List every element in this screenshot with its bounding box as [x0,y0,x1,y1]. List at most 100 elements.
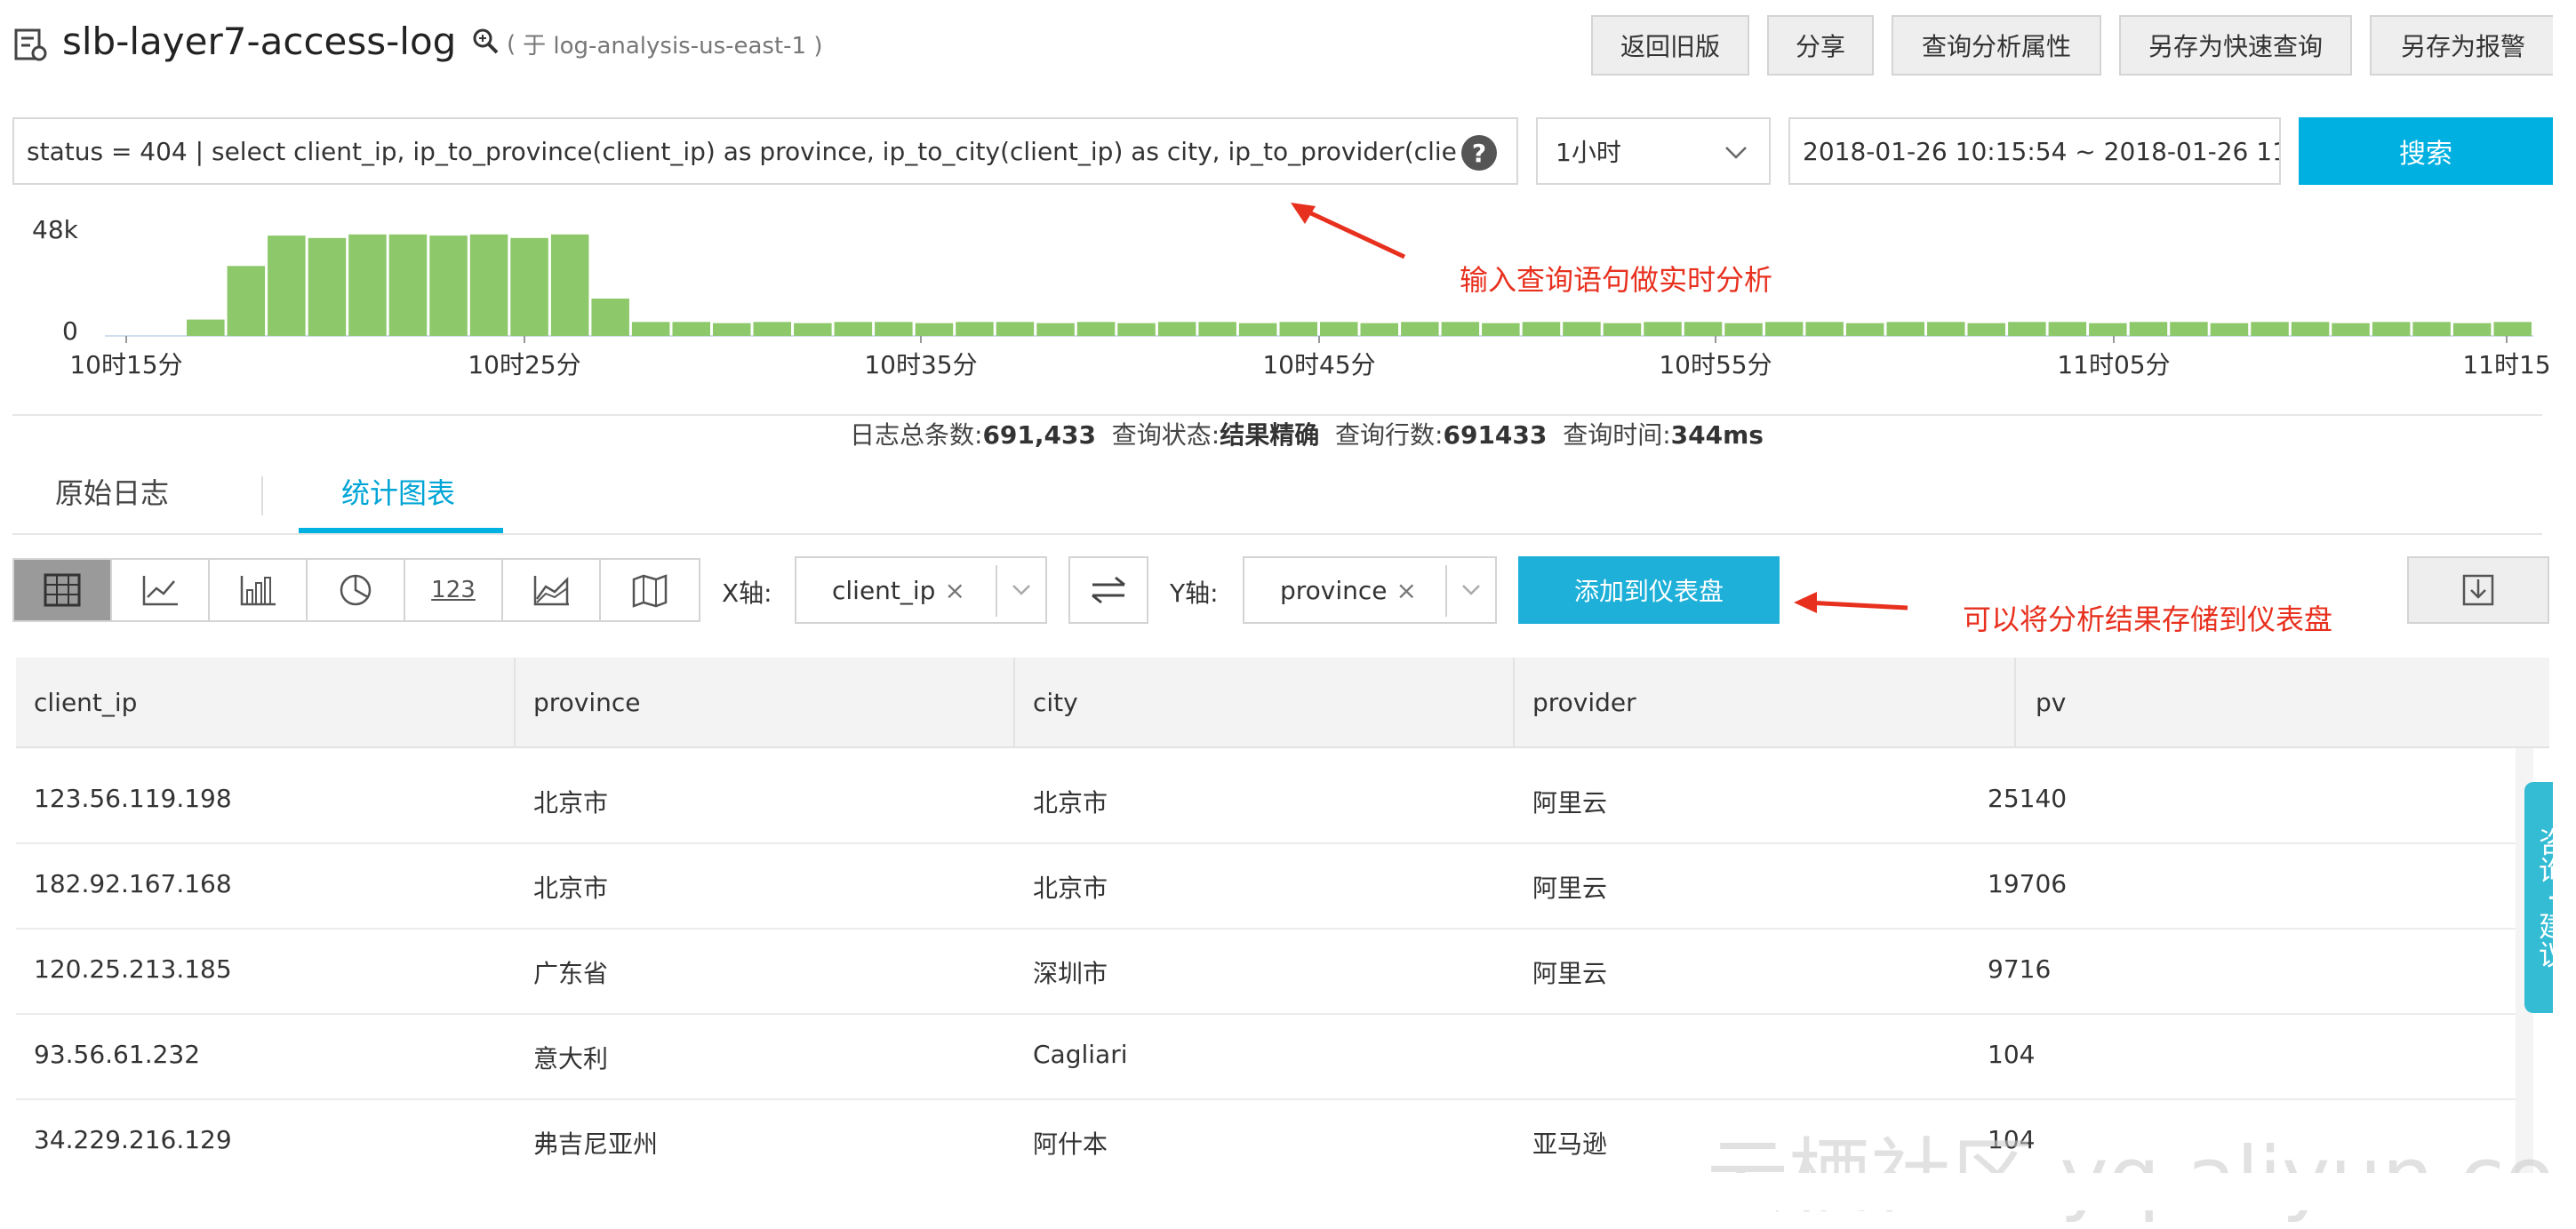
share-button[interactable]: 分享 [1767,15,1874,76]
histogram-bar[interactable] [1279,322,1318,337]
histogram-bar[interactable] [1563,322,1601,337]
histogram-bar[interactable] [2008,322,2046,337]
x-tag-close-icon[interactable]: × [944,576,964,605]
histogram-bar[interactable] [1805,322,1844,337]
histogram-bar[interactable] [227,266,266,337]
histogram-bar[interactable] [2048,322,2087,337]
histogram-bar[interactable] [2089,323,2127,336]
histogram-bar[interactable] [2372,322,2411,337]
download-button[interactable] [2407,556,2549,624]
add-to-dashboard-button[interactable]: 添加到仪表盘 [1518,556,1780,624]
save-quick-query-button[interactable]: 另存为快速查询 [2119,15,2352,76]
x-tick-label: 11时15 [2462,350,2550,379]
y-tag-close-icon[interactable]: × [1396,576,1417,605]
histogram-bar[interactable] [268,235,306,336]
histogram-bar[interactable] [550,234,589,336]
table-row[interactable]: 182.92.167.168 北京市 北京市 阿里云 19706 [16,842,2523,930]
histogram-bar[interactable] [2291,322,2330,337]
time-range-input[interactable]: 2018-01-26 10:15:54 ~ 2018-01-26 11:15 [1788,117,2281,185]
histogram-bar[interactable] [1320,322,1358,337]
histogram-bar[interactable] [1967,323,2006,336]
histogram-bar[interactable] [2452,323,2492,336]
histogram-bar[interactable] [1522,322,1561,337]
histogram-bar[interactable] [2412,322,2451,337]
column-header[interactable]: pv [2036,688,2066,717]
histogram-bar[interactable] [794,323,832,336]
pie-chart-button[interactable] [308,560,405,620]
histogram-bar[interactable] [753,322,792,337]
histogram-bar[interactable] [388,234,428,336]
histogram-bar[interactable] [1603,323,1642,336]
histogram-bar[interactable] [348,234,387,336]
watermark: 云栖社区 yq.aliyun.com [1707,1111,2576,1229]
column-header[interactable]: province [533,688,641,717]
histogram-bar[interactable] [1238,323,1277,336]
histogram-bar[interactable] [672,322,711,337]
table-row[interactable]: 120.25.213.185 广东省 深圳市 阿里云 9716 [16,928,2523,1015]
area-chart-button[interactable] [503,560,601,620]
number-chart-button[interactable]: 123 [405,560,503,620]
histogram-bar[interactable] [1157,322,1196,337]
histogram-bar[interactable] [1764,322,1804,337]
histogram-bar[interactable] [510,237,548,337]
table-cell: 182.92.167.168 [34,869,232,898]
tab-raw-logs[interactable]: 原始日志 [55,471,169,512]
histogram-bar[interactable] [1482,323,1520,336]
histogram-bar[interactable] [2210,323,2249,336]
histogram-bar[interactable] [956,322,994,337]
histogram-bar[interactable] [2493,322,2532,337]
histogram-bar[interactable] [631,322,670,337]
line-chart-button[interactable] [112,560,210,620]
histogram-bar[interactable] [591,299,629,336]
histogram-bar[interactable] [1886,322,1925,337]
help-icon[interactable]: ? [1461,135,1497,171]
swap-axes-button[interactable] [1068,556,1148,624]
table-cell: 北京市 [1033,874,1108,903]
table-row[interactable]: 93.56.61.232 意大利 Cagliari 104 [16,1013,2523,1100]
histogram-bar[interactable] [1644,322,1682,337]
column-header[interactable]: city [1033,688,1078,717]
histogram-bar[interactable] [469,234,508,336]
tab-statistics-chart[interactable]: 统计图表 [341,471,455,512]
histogram-bar[interactable] [915,323,954,336]
histogram-bar[interactable] [429,235,468,336]
search-button[interactable]: 搜索 [2299,117,2553,185]
column-header[interactable]: client_ip [34,688,137,717]
histogram-bar[interactable] [713,323,751,336]
legacy-version-button[interactable]: 返回旧版 [1591,15,1749,76]
histogram-bar[interactable] [2129,322,2168,337]
histogram-bar[interactable] [1198,322,1236,337]
histogram-bar[interactable] [834,322,873,337]
histogram-bar[interactable] [1117,323,1156,336]
time-select[interactable]: 1小时 [1536,117,1771,185]
map-chart-button[interactable] [601,560,699,620]
table-cell: 阿里云 [1532,788,1608,818]
y-axis-select[interactable]: province × [1243,556,1497,624]
histogram-bar[interactable] [2170,322,2208,337]
histogram-bar[interactable] [875,322,913,337]
dashboard-annotation: 可以将分析结果存储到仪表盘 [1963,603,2333,636]
histogram-bar[interactable] [1724,323,1763,336]
column-header[interactable]: provider [1532,688,1636,717]
arrow-icon [1289,199,1413,274]
x-axis-select[interactable]: client_ip × [795,556,1047,624]
histogram-bar[interactable] [1076,322,1116,337]
histogram-bar[interactable] [1401,322,1439,337]
histogram-bar[interactable] [2332,323,2370,336]
bar-chart-button[interactable] [210,560,308,620]
query-input[interactable]: status = 404 | select client_ip, ip_to_p… [12,117,1518,185]
save-alert-button[interactable]: 另存为报警 [2370,15,2556,76]
table-row[interactable]: 123.56.119.198 北京市 北京市 阿里云 25140 [16,757,2523,844]
histogram-bar[interactable] [1845,323,1884,336]
histogram-bar[interactable] [1684,322,1723,337]
histogram-bar[interactable] [2251,322,2289,337]
histogram-bar[interactable] [1927,322,1965,337]
histogram-bar[interactable] [1360,323,1399,336]
histogram-bar[interactable] [1036,323,1075,336]
query-properties-button[interactable]: 查询分析属性 [1892,15,2101,76]
histogram-bar[interactable] [308,237,347,337]
histogram-bar[interactable] [996,322,1035,337]
table-chart-button[interactable] [14,560,112,620]
histogram-bar[interactable] [187,319,225,336]
histogram-bar[interactable] [1441,322,1480,337]
